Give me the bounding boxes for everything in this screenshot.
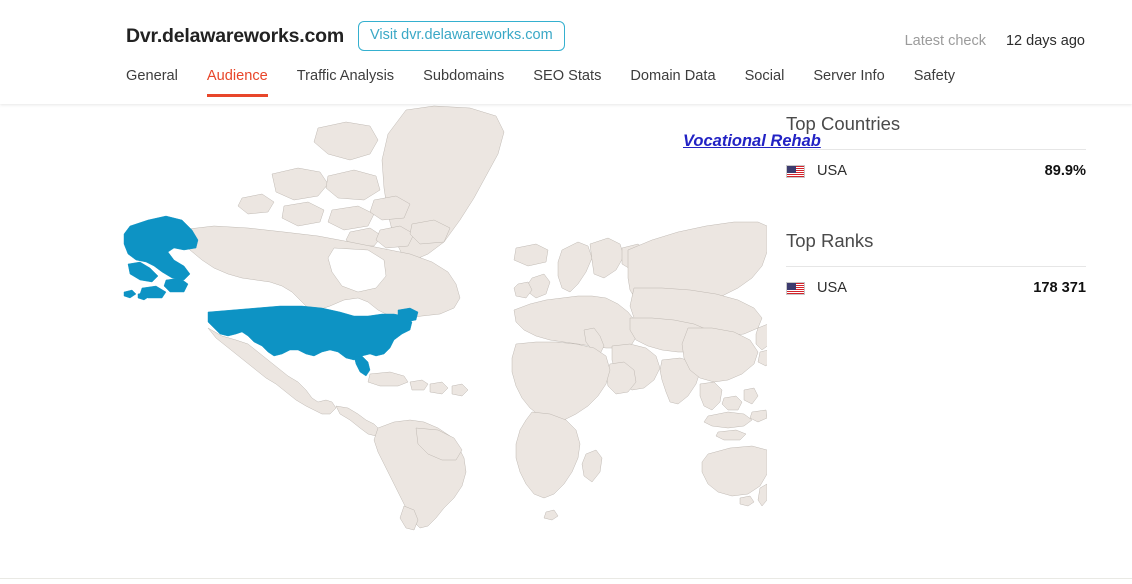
table-row[interactable]: USA 89.9% — [786, 150, 1086, 192]
top-countries-heading: Top Countries — [786, 113, 901, 134]
top-ranks-block: Top Ranks USA 178 371 — [786, 230, 1086, 309]
page-root: Dvr.delawareworks.com Visit dvr.delaware… — [0, 0, 1132, 584]
latest-check: Latest check 12 days ago — [905, 33, 1085, 49]
tab-subdomains[interactable]: Subdomains — [423, 68, 504, 97]
top-countries-block: Top Countries USA 89.9% — [786, 113, 1086, 192]
tab-audience[interactable]: Audience — [206, 68, 268, 97]
tab-seo-stats[interactable]: SEO Stats — [533, 68, 601, 97]
world-map[interactable]: Vocational Rehab — [122, 102, 821, 532]
nav-tabs: General Audience Traffic Analysis Subdom… — [126, 68, 955, 97]
us-flag-icon — [786, 281, 805, 295]
visit-site-button[interactable]: Visit dvr.delawareworks.com — [358, 21, 565, 52]
country-label: USA — [817, 163, 848, 179]
country-label: USA — [817, 280, 848, 296]
page-title: Dvr.delawareworks.com — [126, 24, 344, 47]
tab-domain-data[interactable]: Domain Data — [630, 68, 715, 97]
latest-check-value: 12 days ago — [1005, 33, 1085, 49]
us-flag-icon — [786, 164, 805, 178]
audience-content: Vocational Rehab Top Countries USA 89.9% — [0, 104, 1132, 584]
latest-check-label: Latest check — [904, 33, 986, 49]
table-row[interactable]: USA 178 371 — [786, 267, 1086, 309]
site-header: Dvr.delawareworks.com Visit dvr.delaware… — [0, 0, 1132, 104]
tab-traffic-analysis[interactable]: Traffic Analysis — [297, 68, 394, 97]
table-row-left: USA — [786, 280, 847, 296]
tab-general[interactable]: General — [126, 68, 178, 97]
title-row: Dvr.delawareworks.com Visit dvr.delaware… — [126, 21, 565, 52]
bottom-divider — [0, 578, 1132, 579]
tab-server-info[interactable]: Server Info — [813, 68, 884, 97]
table-row-left: USA — [786, 163, 847, 179]
stats-panel: Top Countries USA 89.9% Top Ranks USA 17… — [786, 113, 1086, 309]
top-ranks-heading: Top Ranks — [786, 230, 874, 251]
map-overlay-label[interactable]: Vocational Rehab — [683, 132, 821, 151]
world-map-svg[interactable] — [122, 102, 767, 532]
country-rank-value: 178 371 — [1033, 280, 1086, 296]
tab-social[interactable]: Social — [745, 68, 785, 97]
country-share-value: 89.9% — [1044, 163, 1086, 179]
map-land-layer — [123, 105, 767, 531]
tab-safety[interactable]: Safety — [914, 68, 955, 97]
